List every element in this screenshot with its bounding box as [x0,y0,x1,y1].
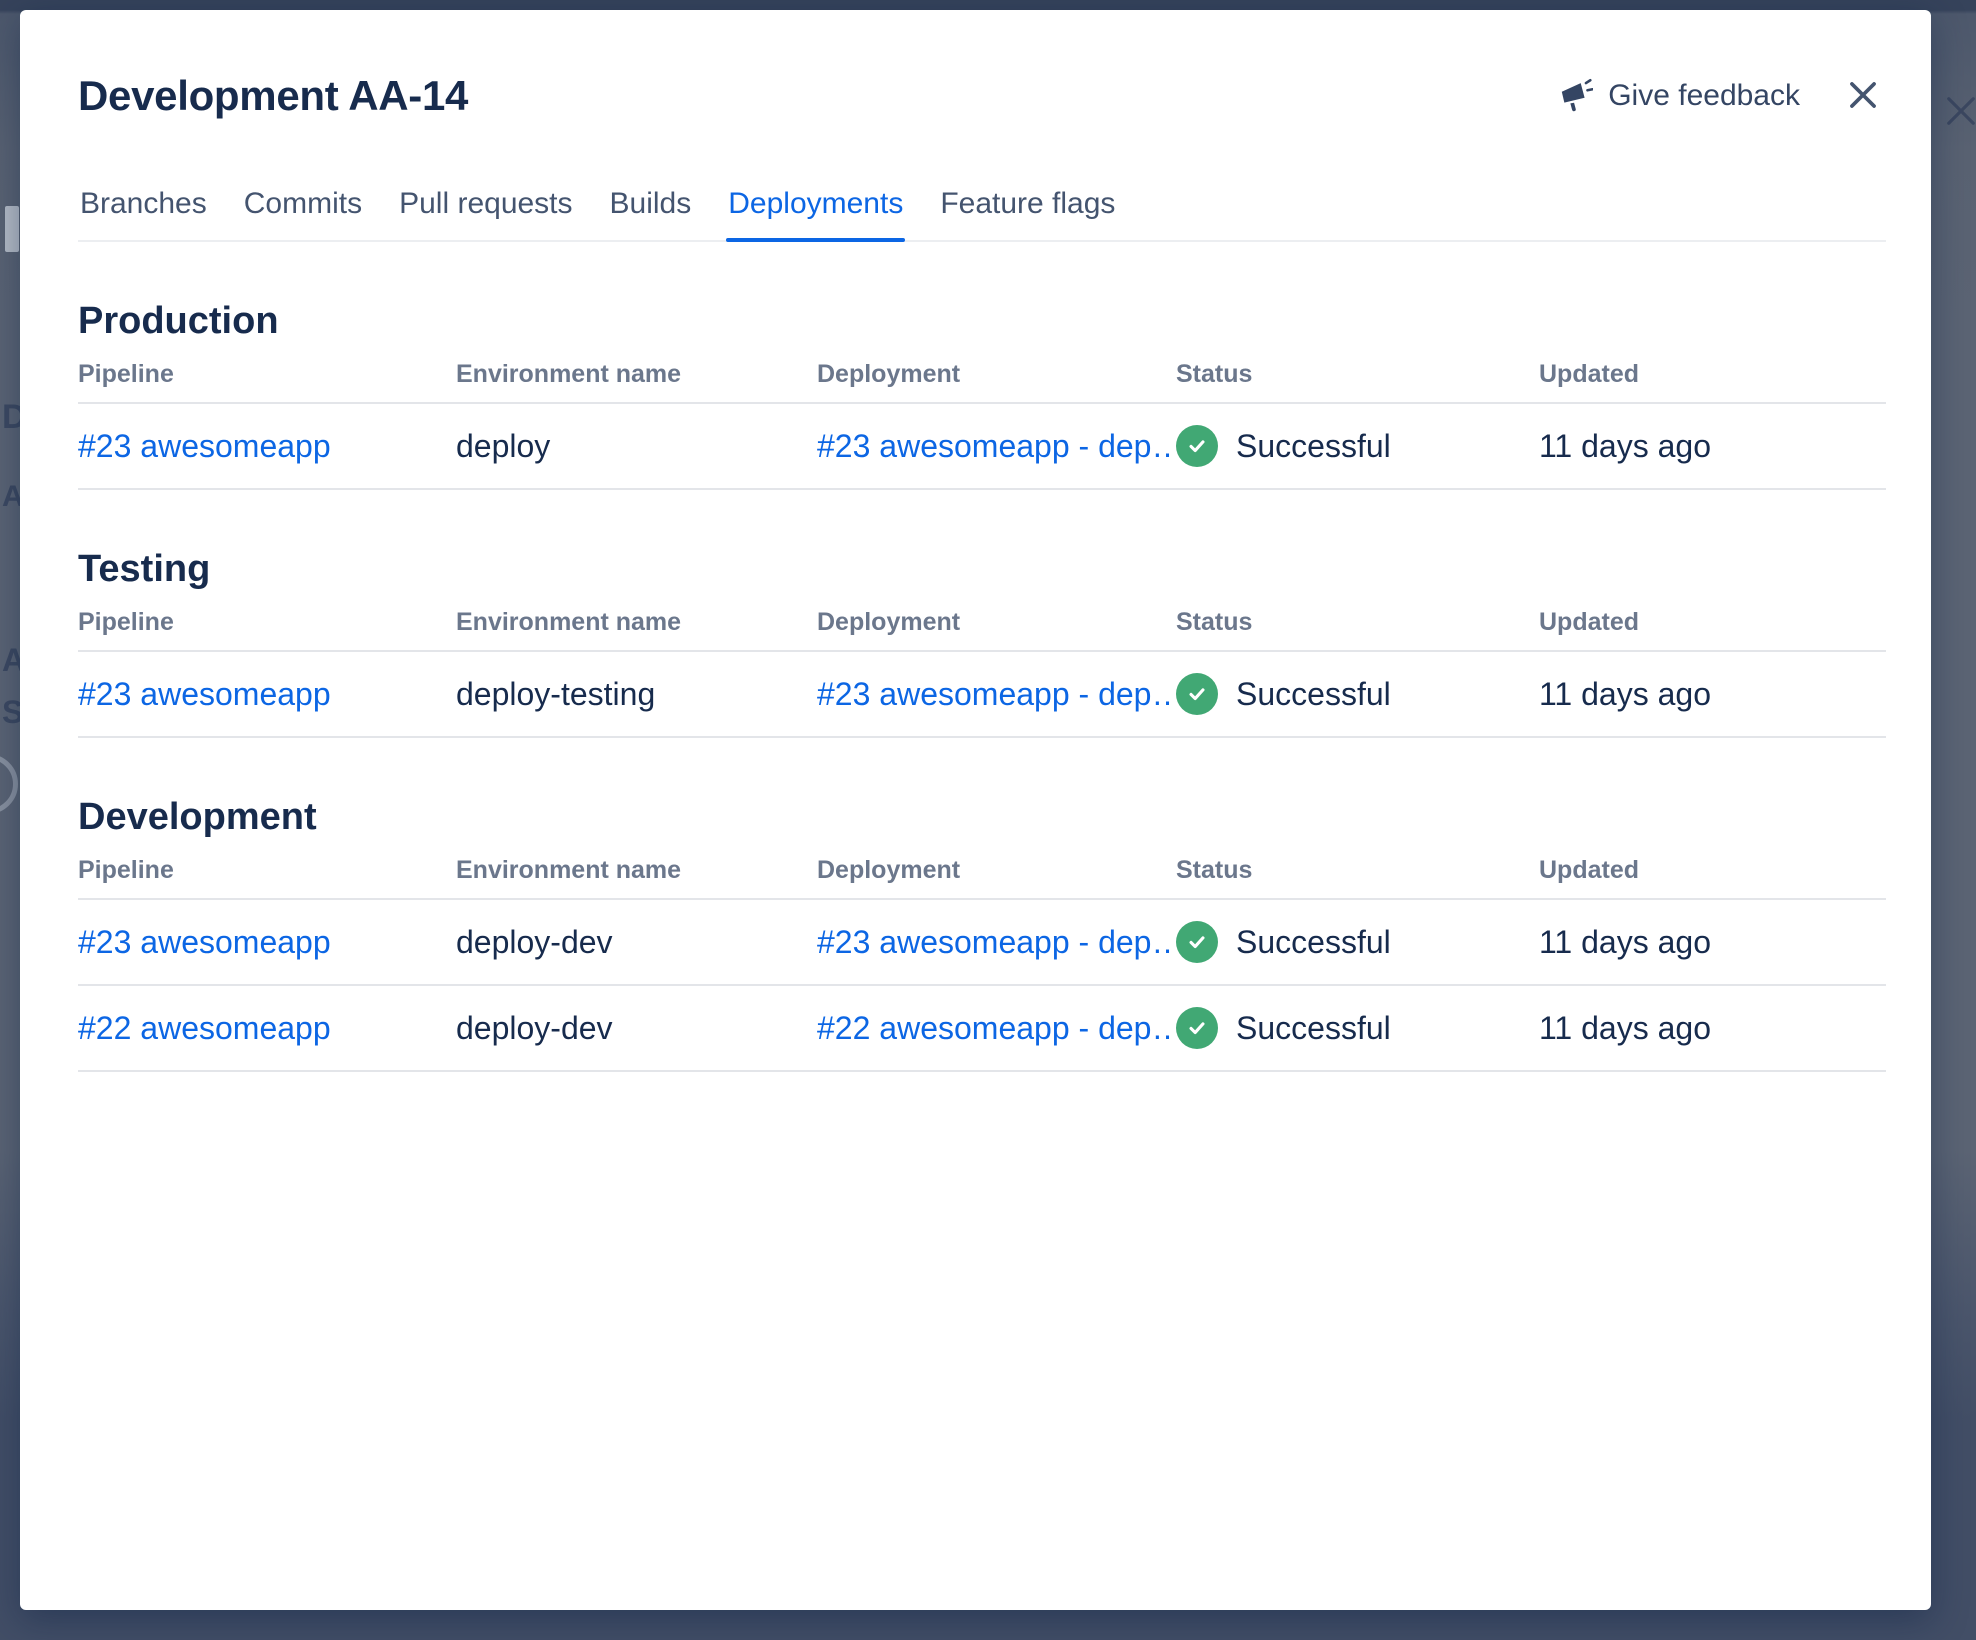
section-heading-development: Development [78,796,317,838]
section-heading-testing: Testing [78,548,211,590]
pipeline-link[interactable]: #23 awesomeapp [78,428,331,464]
column-header-deployment: Deployment [817,608,961,636]
deployment-row: #22 awesomeapp deploy-dev #22 awesomeapp… [78,986,1886,1072]
deployment-link[interactable]: #23 awesomeapp - dep… [817,428,1176,464]
success-check-icon [1176,921,1218,963]
deployment-link[interactable]: #23 awesomeapp - dep… [817,676,1176,712]
development-details-dialog: Development AA-14 Give feedback Branches… [20,10,1931,1610]
section-production: Production Pipeline Environment name Dep… [78,298,1886,490]
tab-pull-requests[interactable]: Pull requests [397,186,574,240]
background-letter-fragment: D [2,398,20,436]
column-header-environment: Environment name [456,608,682,636]
status-badge: Successful [1176,921,1539,963]
environment-name: deploy-dev [456,1009,613,1046]
column-header-deployment: Deployment [817,856,961,884]
updated-time: 11 days ago [1539,675,1711,712]
status-badge: Successful [1176,673,1539,715]
megaphone-icon [1557,78,1594,114]
tab-commits[interactable]: Commits [242,186,364,240]
status-badge: Successful [1176,425,1539,467]
close-icon [1844,76,1882,117]
column-header-environment: Environment name [456,360,682,388]
updated-time: 11 days ago [1539,923,1711,960]
column-header-status: Status [1176,608,1253,636]
success-check-icon [1176,673,1218,715]
table-header-row: Pipeline Environment name Deployment Sta… [78,840,1886,900]
dialog-header: Development AA-14 Give feedback [78,10,1886,122]
column-header-pipeline: Pipeline [78,360,174,388]
background-letter-fragment: A [2,642,20,678]
column-header-updated: Updated [1539,360,1639,388]
column-header-updated: Updated [1539,608,1639,636]
tab-branches[interactable]: Branches [78,186,209,240]
status-label: Successful [1236,1009,1391,1046]
deployment-link[interactable]: #22 awesomeapp - dep… [817,1010,1176,1046]
dialog-title: Development AA-14 [78,72,469,119]
updated-time: 11 days ago [1539,427,1711,464]
success-check-icon [1176,1007,1218,1049]
deployment-row: #23 awesomeapp deploy-dev #23 awesomeapp… [78,900,1886,986]
status-label: Successful [1236,427,1391,464]
updated-time: 11 days ago [1539,1009,1711,1046]
pipeline-link[interactable]: #22 awesomeapp [78,1010,331,1046]
tab-deployments[interactable]: Deployments [726,186,906,242]
close-button[interactable] [1840,72,1886,121]
environment-name: deploy-testing [456,675,656,712]
environment-name: deploy [456,427,551,464]
tab-builds[interactable]: Builds [608,186,694,240]
header-actions: Give feedback [1557,72,1886,121]
give-feedback-label: Give feedback [1608,79,1800,112]
background-close-icon [1940,90,1976,137]
deployment-link[interactable]: #23 awesomeapp - dep… [817,924,1176,960]
section-heading-production: Production [78,300,279,342]
status-badge: Successful [1176,1007,1539,1049]
background-letter-fragment: S [2,694,20,730]
table-header-row: Pipeline Environment name Deployment Sta… [78,592,1886,652]
dialog-tab-bar: Branches Commits Pull requests Builds De… [78,186,1886,242]
environment-name: deploy-dev [456,923,613,960]
column-header-pipeline: Pipeline [78,608,174,636]
section-testing: Testing Pipeline Environment name Deploy… [78,546,1886,738]
column-header-status: Status [1176,856,1253,884]
tab-feature-flags[interactable]: Feature flags [938,186,1117,240]
section-development: Development Pipeline Environment name De… [78,794,1886,1072]
column-header-updated: Updated [1539,856,1639,884]
column-header-pipeline: Pipeline [78,856,174,884]
status-label: Successful [1236,675,1391,712]
deployment-row: #23 awesomeapp deploy #23 awesomeapp - d… [78,404,1886,490]
pipeline-link[interactable]: #23 awesomeapp [78,924,331,960]
give-feedback-button[interactable]: Give feedback [1557,78,1800,114]
column-header-environment: Environment name [456,856,682,884]
table-header-row: Pipeline Environment name Deployment Sta… [78,344,1886,404]
pipeline-link[interactable]: #23 awesomeapp [78,676,331,712]
column-header-status: Status [1176,360,1253,388]
background-fragment [5,206,19,252]
success-check-icon [1176,425,1218,467]
deployment-row: #23 awesomeapp deploy-testing #23 awesom… [78,652,1886,738]
background-letter-fragment: A [2,480,20,513]
column-header-deployment: Deployment [817,360,961,388]
status-label: Successful [1236,923,1391,960]
background-avatar-fragment [0,754,18,814]
